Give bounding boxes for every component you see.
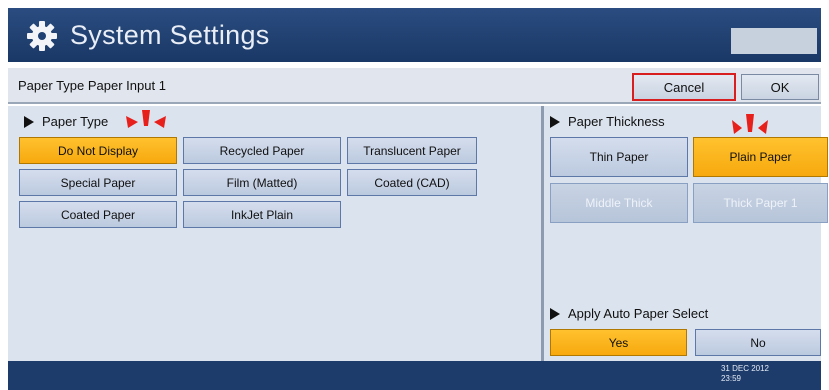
paper-type-heading: Paper Type xyxy=(24,114,108,129)
paper-type-option-inkjet-plain[interactable]: InkJet Plain xyxy=(183,201,341,228)
thickness-option-thick-1: Thick Paper 1 xyxy=(693,183,828,223)
thickness-option-thin[interactable]: Thin Paper xyxy=(550,137,688,177)
gear-icon xyxy=(27,21,57,51)
paper-thickness-label: Paper Thickness xyxy=(568,114,665,129)
footer-time: 23:59 xyxy=(720,374,741,383)
cancel-button[interactable]: Cancel xyxy=(632,73,736,101)
footer-date: 31 DEC 2012 xyxy=(720,364,769,373)
triangle-icon xyxy=(550,307,560,320)
triangle-icon xyxy=(24,115,34,128)
auto-paper-select-heading: Apply Auto Paper Select xyxy=(550,306,708,321)
paper-type-option-special[interactable]: Special Paper xyxy=(19,169,177,196)
paper-type-option-film-matted[interactable]: Film (Matted) xyxy=(183,169,341,196)
thickness-option-plain[interactable]: Plain Paper xyxy=(693,137,828,177)
thickness-option-middle-thick: Middle Thick xyxy=(550,183,688,223)
paper-type-option-do-not-display[interactable]: Do Not Display xyxy=(19,137,177,164)
paper-type-label: Paper Type xyxy=(42,114,109,129)
red-arrow-icon xyxy=(732,114,768,134)
auto-paper-select-label: Apply Auto Paper Select xyxy=(568,306,709,321)
paper-type-option-translucent[interactable]: Translucent Paper xyxy=(347,137,477,164)
triangle-icon xyxy=(550,115,560,128)
paper-type-option-coated[interactable]: Coated Paper xyxy=(19,201,177,228)
ok-button[interactable]: OK xyxy=(741,74,819,100)
paper-type-option-recycled[interactable]: Recycled Paper xyxy=(183,137,341,164)
title-bar: System Settings xyxy=(8,8,821,62)
status-footer: 31 DEC 2012 23:59 xyxy=(8,361,821,390)
paper-type-option-coated-cad[interactable]: Coated (CAD) xyxy=(347,169,477,196)
auto-paper-select-yes[interactable]: Yes xyxy=(550,329,687,356)
paper-thickness-heading: Paper Thickness xyxy=(550,114,665,129)
auto-paper-select-no[interactable]: No xyxy=(695,329,821,356)
page-title: System Settings xyxy=(70,20,270,50)
red-arrow-icon xyxy=(126,110,166,128)
header-status-box xyxy=(731,28,817,54)
subheader-title: Paper Type Paper Input 1 xyxy=(18,78,166,93)
